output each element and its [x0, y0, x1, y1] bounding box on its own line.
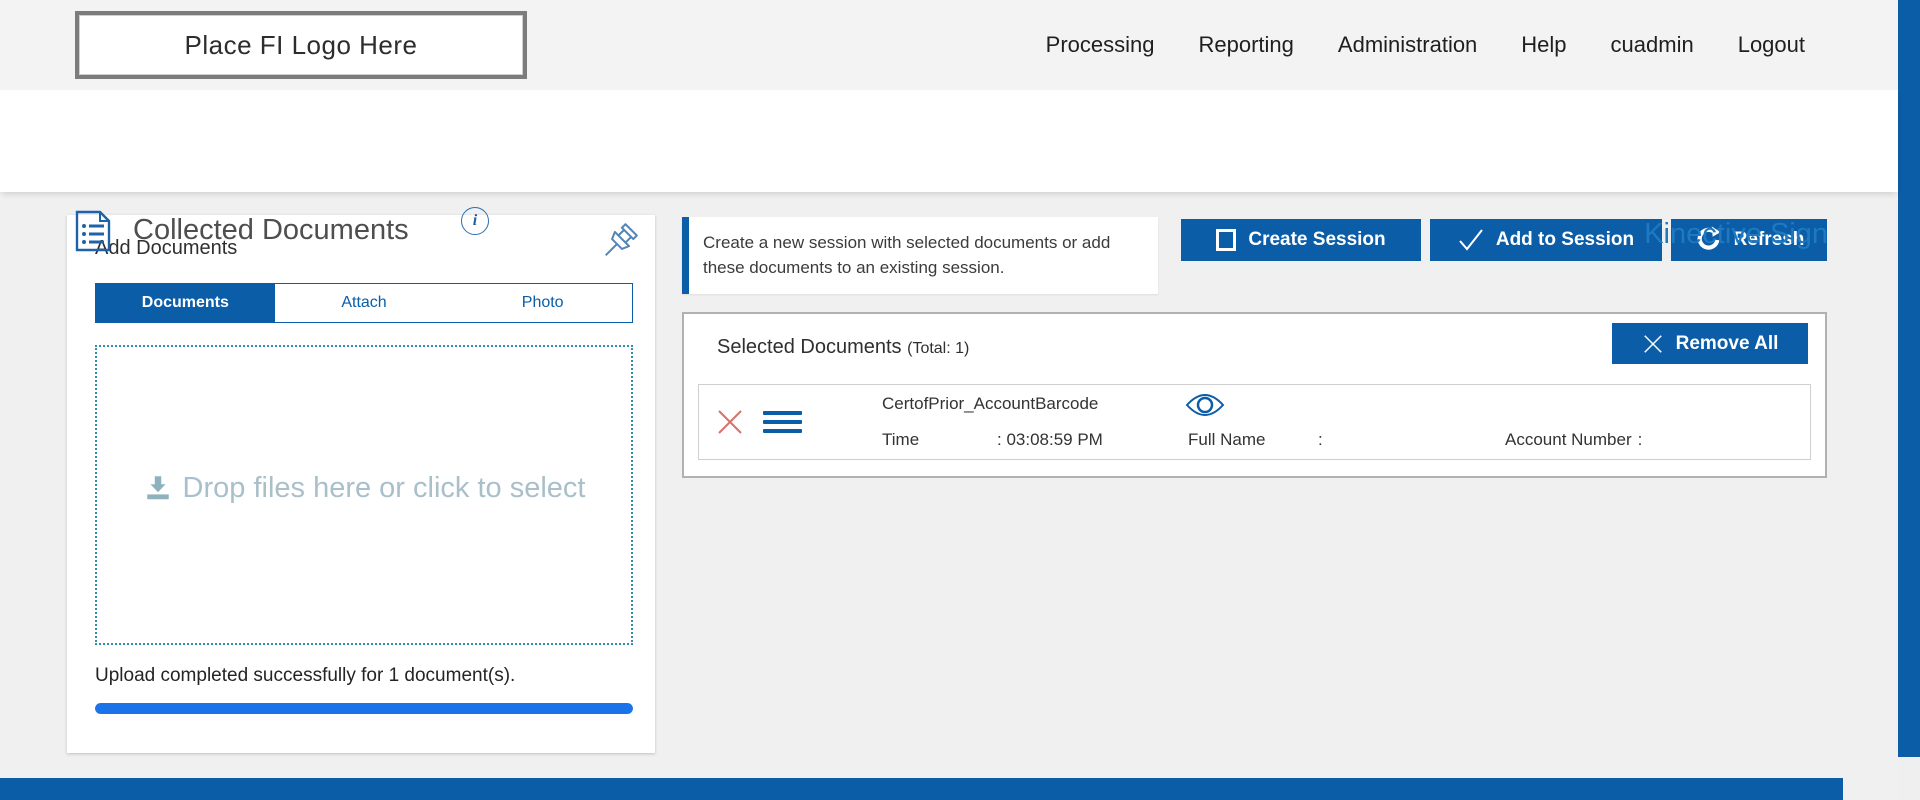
main-nav: Processing Reporting Administration Help… — [1046, 0, 1805, 90]
remove-all-button[interactable]: Remove All — [1612, 323, 1808, 364]
nav-user-cuadmin[interactable]: cuadmin — [1611, 32, 1694, 58]
fi-logo-placeholder: Place FI Logo Here — [75, 11, 527, 79]
upload-progress-fill — [95, 703, 633, 714]
selected-documents-total: (Total: 1) — [907, 340, 969, 357]
time-value: : 03:08:59 PM — [997, 430, 1103, 449]
add-documents-tabs: Documents Attach Photo — [95, 283, 633, 323]
nav-help[interactable]: Help — [1521, 32, 1566, 58]
scrollbar-thumb[interactable] — [1898, 0, 1920, 757]
nav-logout[interactable]: Logout — [1738, 32, 1805, 58]
scrollbar-track[interactable] — [1898, 0, 1920, 800]
account-number-value: : — [1638, 430, 1643, 449]
add-documents-panel: Add Documents Documents Attach Photo — [67, 215, 655, 753]
account-number-label: Account Number — [1505, 430, 1632, 449]
preview-eye-icon[interactable] — [1185, 391, 1225, 419]
collected-documents-icon — [75, 210, 111, 257]
full-name-value: : — [1318, 430, 1323, 449]
create-session-button[interactable]: Create Session — [1181, 219, 1421, 261]
app-root: Place FI Logo Here Processing Reporting … — [0, 0, 1920, 800]
info-icon[interactable]: i — [461, 207, 489, 235]
document-row: CertofPrior_AccountBarcode Time: 03:08:5… — [698, 384, 1811, 460]
create-session-label: Create Session — [1248, 229, 1385, 251]
page-title: Collected Documents — [133, 214, 409, 247]
info-glyph: i — [473, 212, 477, 230]
remove-all-label: Remove All — [1676, 333, 1779, 355]
remove-all-x-icon — [1642, 333, 1664, 355]
file-dropzone[interactable]: Drop files here or click to select — [95, 345, 633, 645]
upload-progress-bar — [95, 703, 633, 714]
document-full-name: Full Name: — [1188, 430, 1323, 450]
fi-logo-text: Place FI Logo Here — [79, 15, 523, 75]
selected-documents-title-text: Selected Documents — [717, 336, 902, 358]
drag-handle-icon[interactable] — [763, 411, 802, 433]
add-to-session-button[interactable]: Add to Session — [1430, 219, 1662, 261]
document-account-number: Account Number: — [1505, 430, 1642, 450]
brand-title: Kinective Sign — [1644, 218, 1828, 251]
dropzone-label: Drop files here or click to select — [183, 472, 586, 505]
nav-reporting[interactable]: Reporting — [1199, 32, 1294, 58]
remove-document-icon[interactable] — [716, 408, 744, 436]
document-name: CertofPrior_AccountBarcode — [882, 394, 1098, 414]
pin-icon[interactable] — [591, 219, 643, 278]
create-session-icon — [1216, 229, 1236, 251]
nav-processing[interactable]: Processing — [1046, 32, 1155, 58]
time-label: Time — [882, 430, 997, 450]
add-to-session-label: Add to Session — [1496, 229, 1634, 251]
document-time: Time: 03:08:59 PM — [882, 430, 1103, 450]
session-info-message: Create a new session with selected docum… — [682, 217, 1158, 294]
footer-bar — [0, 778, 1843, 800]
session-info-text: Create a new session with selected docum… — [703, 231, 1142, 280]
selected-documents-title: Selected Documents (Total: 1) — [717, 336, 969, 359]
selected-documents-panel: Selected Documents (Total: 1) Remove All… — [682, 312, 1827, 478]
download-icon — [143, 474, 173, 502]
checkmark-icon — [1458, 227, 1484, 253]
nav-administration[interactable]: Administration — [1338, 32, 1477, 58]
tab-attach[interactable]: Attach — [275, 284, 454, 322]
upload-status-text: Upload completed successfully for 1 docu… — [95, 665, 515, 687]
title-bar: Collected Documents i Kinective Sign — [0, 90, 1898, 192]
top-header: Place FI Logo Here Processing Reporting … — [0, 0, 1898, 90]
tab-photo[interactable]: Photo — [453, 284, 632, 322]
full-name-label: Full Name — [1188, 430, 1318, 450]
tab-documents[interactable]: Documents — [96, 284, 275, 322]
